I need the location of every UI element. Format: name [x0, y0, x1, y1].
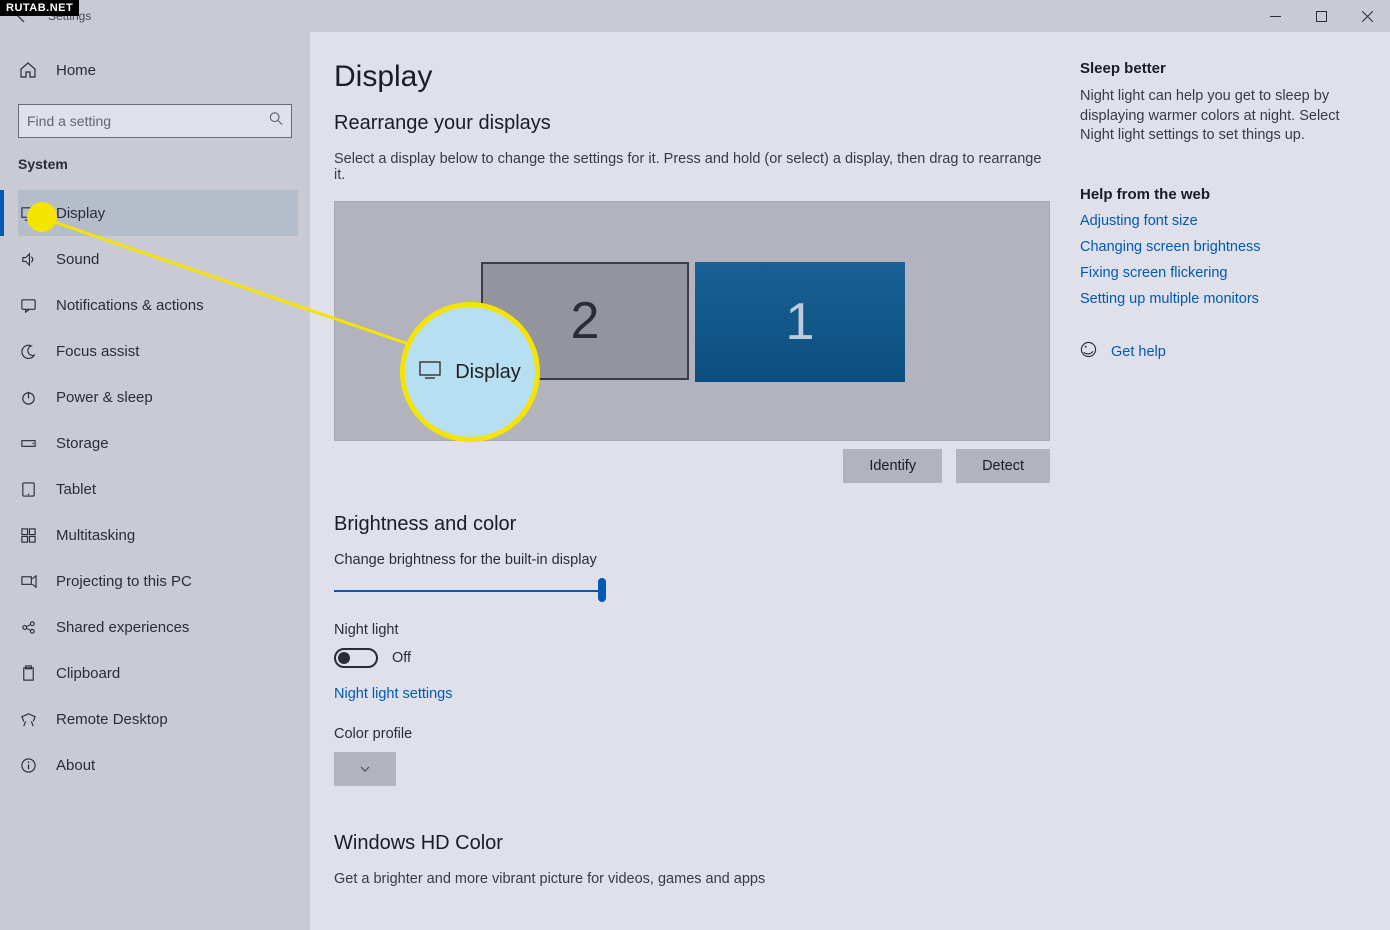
sidebar-item-tablet[interactable]: Tablet — [18, 466, 298, 512]
identify-button[interactable]: Identify — [843, 449, 942, 483]
page-title: Display — [334, 60, 1050, 94]
clipboard-icon — [18, 665, 38, 682]
hdcolor-heading: Windows HD Color — [334, 832, 1050, 855]
sidebar-item-notifications-actions[interactable]: Notifications & actions — [18, 282, 298, 328]
sound-icon — [18, 251, 38, 268]
display-arrange-box[interactable]: 2 1 — [334, 201, 1050, 441]
storage-icon — [18, 435, 38, 452]
sidebar-item-clipboard[interactable]: Clipboard — [18, 650, 298, 696]
sidebar-item-home[interactable]: Home — [18, 50, 298, 90]
titlebar: Settings — [0, 0, 1390, 32]
toggle-knob — [338, 652, 350, 664]
monitor-1[interactable]: 1 — [695, 262, 905, 382]
sidebar-item-label: Display — [56, 205, 105, 222]
main-pane: Display Rearrange your displays Select a… — [310, 32, 1080, 930]
hdcolor-description: Get a brighter and more vibrant picture … — [334, 871, 1050, 887]
tablet-icon — [18, 481, 38, 498]
help-link[interactable]: Changing screen brightness — [1080, 239, 1360, 255]
multitask-icon — [18, 527, 38, 544]
project-icon — [18, 573, 38, 590]
sidebar-item-label: Power & sleep — [56, 389, 153, 406]
rearrange-heading: Rearrange your displays — [334, 112, 1050, 135]
help-icon — [1080, 341, 1097, 363]
chat-icon — [18, 297, 38, 314]
brightness-heading: Brightness and color — [334, 513, 1050, 536]
sidebar-item-label: Notifications & actions — [56, 297, 204, 314]
monitor-icon — [18, 205, 38, 222]
sidebar: Home System Display Sound Notifications & … — [0, 32, 310, 930]
nightlight-label: Night light — [334, 622, 1050, 638]
help-link[interactable]: Setting up multiple monitors — [1080, 291, 1360, 307]
slider-thumb[interactable] — [598, 578, 606, 602]
sidebar-item-label: Clipboard — [56, 665, 120, 682]
remote-icon — [18, 711, 38, 728]
nightlight-toggle[interactable] — [334, 648, 378, 668]
help-link[interactable]: Fixing screen flickering — [1080, 265, 1360, 281]
sidebar-section-label: System — [18, 156, 298, 172]
colorprofile-label: Color profile — [334, 726, 1050, 742]
sidebar-item-remote-desktop[interactable]: Remote Desktop — [18, 696, 298, 742]
sidebar-item-multitasking[interactable]: Multitasking — [18, 512, 298, 558]
sidebar-item-label: About — [56, 757, 95, 774]
share-icon — [18, 619, 38, 636]
sidebar-item-about[interactable]: About — [18, 742, 298, 788]
rearrange-description: Select a display below to change the set… — [334, 151, 1050, 183]
sidebar-item-focus-assist[interactable]: Focus assist — [18, 328, 298, 374]
search-icon — [269, 112, 283, 131]
get-help-link[interactable]: Get help — [1111, 344, 1166, 360]
sidebar-item-label: Focus assist — [56, 343, 139, 360]
sidebar-item-shared-experiences[interactable]: Shared experiences — [18, 604, 298, 650]
content-area: Display Rearrange your displays Select a… — [310, 32, 1390, 930]
info-icon — [18, 757, 38, 774]
home-icon — [18, 60, 38, 80]
watermark-badge: RUTAB.NET — [0, 0, 79, 16]
maximize-button[interactable] — [1298, 0, 1344, 32]
nightlight-state: Off — [392, 650, 411, 666]
close-button[interactable] — [1344, 0, 1390, 32]
sidebar-item-storage[interactable]: Storage — [18, 420, 298, 466]
sleep-better-text: Night light can help you get to sleep by… — [1080, 87, 1360, 146]
power-icon — [18, 389, 38, 406]
sidebar-item-label: Projecting to this PC — [56, 573, 192, 590]
colorprofile-dropdown[interactable] — [334, 752, 396, 786]
sleep-better-heading: Sleep better — [1080, 60, 1360, 77]
sidebar-item-label: Storage — [56, 435, 109, 452]
nightlight-settings-link[interactable]: Night light settings — [334, 686, 1050, 702]
sidebar-item-label: Multitasking — [56, 527, 135, 544]
search-field[interactable] — [27, 113, 261, 129]
brightness-label: Change brightness for the built-in displ… — [334, 552, 1050, 568]
window-controls — [1252, 0, 1390, 32]
minimize-button[interactable] — [1252, 0, 1298, 32]
sidebar-item-label: Shared experiences — [56, 619, 189, 636]
settings-window: RUTAB.NET Settings Home System Display So… — [0, 0, 1390, 930]
sidebar-item-label: Tablet — [56, 481, 96, 498]
monitor-2[interactable]: 2 — [481, 262, 689, 380]
right-sidebar: Sleep better Night light can help you ge… — [1080, 32, 1390, 930]
sidebar-item-sound[interactable]: Sound — [18, 236, 298, 282]
sidebar-item-label: Remote Desktop — [56, 711, 168, 728]
home-label: Home — [56, 62, 96, 79]
sidebar-item-label: Sound — [56, 251, 99, 268]
search-input[interactable] — [18, 104, 292, 138]
brightness-slider[interactable] — [334, 578, 606, 602]
sidebar-item-display[interactable]: Display — [18, 190, 298, 236]
moon-icon — [18, 343, 38, 360]
help-link[interactable]: Adjusting font size — [1080, 213, 1360, 229]
slider-track — [334, 590, 606, 592]
help-web-heading: Help from the web — [1080, 186, 1360, 203]
detect-button[interactable]: Detect — [956, 449, 1050, 483]
get-help-row[interactable]: Get help — [1080, 341, 1360, 363]
sidebar-item-power-sleep[interactable]: Power & sleep — [18, 374, 298, 420]
sidebar-item-projecting-to-this-pc[interactable]: Projecting to this PC — [18, 558, 298, 604]
